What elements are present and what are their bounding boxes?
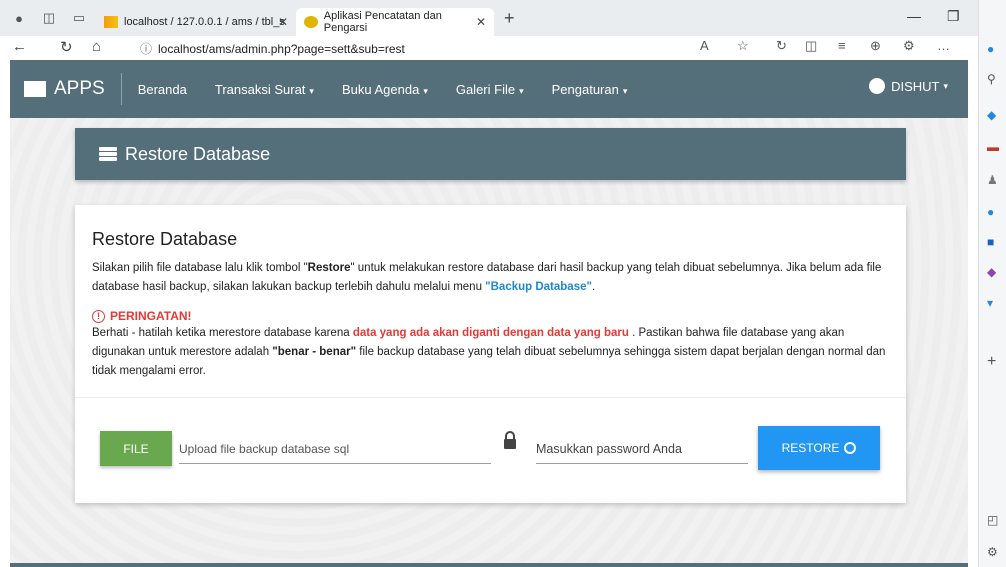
- web-page: APPS Beranda Transaksi Surat ▾ Buku Agend…: [10, 60, 968, 567]
- url-field[interactable]: ⓘ localhost/ams/admin.php?page=sett&sub=r…: [140, 40, 405, 57]
- tools-icon[interactable]: ▬: [987, 140, 999, 154]
- chevron-down-icon: ▾: [943, 80, 948, 91]
- nav-beranda[interactable]: Beranda: [138, 82, 187, 97]
- split-screen-icon[interactable]: ◫: [805, 38, 817, 54]
- close-tab-icon[interactable]: ✕: [476, 15, 486, 29]
- navbar-divider: [120, 73, 122, 105]
- nav-pengaturan[interactable]: Pengaturan ▾: [552, 82, 628, 97]
- chevron-down-icon: ▾: [309, 85, 314, 96]
- password-input[interactable]: Masukkan password Anda: [536, 433, 748, 464]
- home-icon[interactable]: ⌂: [92, 38, 101, 55]
- outlook-icon[interactable]: ■: [987, 235, 994, 249]
- copilot-icon[interactable]: ●: [987, 42, 994, 56]
- file-path-input[interactable]: Upload file backup database sql: [179, 433, 491, 464]
- drop-icon[interactable]: ▾: [987, 296, 993, 310]
- top-navbar: APPS Beranda Transaksi Surat ▾ Buku Agend…: [10, 60, 968, 118]
- database-icon: [99, 147, 117, 161]
- chevron-down-icon: ▾: [519, 85, 524, 96]
- user-menu[interactable]: DISHUT ▾: [869, 78, 948, 94]
- divider: [75, 397, 906, 398]
- add-icon[interactable]: +: [987, 353, 996, 371]
- games-icon[interactable]: ●: [987, 205, 994, 219]
- search-icon[interactable]: ⚲: [987, 72, 996, 86]
- shopping-icon[interactable]: ◆: [987, 108, 996, 122]
- alert-icon: !: [92, 309, 105, 323]
- chevron-down-icon: ▾: [423, 85, 428, 96]
- history-icon: [844, 442, 857, 454]
- url-text: localhost/ams/admin.php?page=sett&sub=re…: [158, 42, 405, 56]
- extensions-icon[interactable]: ⚙: [903, 38, 915, 54]
- profile-icon[interactable]: ●: [8, 7, 30, 29]
- restore-label: RESTORE: [781, 441, 840, 455]
- designer-icon[interactable]: ◆: [987, 265, 996, 279]
- collections-icon[interactable]: ⊕: [870, 38, 881, 54]
- warning-title: ! PERINGATAN!: [92, 309, 192, 323]
- user-avatar-icon: [869, 78, 886, 94]
- more-icon[interactable]: …: [937, 38, 950, 53]
- nav-buku-agenda[interactable]: Buku Agenda ▾: [342, 82, 428, 97]
- workspaces-icon[interactable]: ◫: [38, 7, 60, 29]
- screenshot-icon[interactable]: ◰: [987, 513, 998, 527]
- card-title: Restore Database: [92, 229, 238, 249]
- restore-button[interactable]: RESTORE: [758, 426, 880, 470]
- nav-transaksi-surat[interactable]: Transaksi Surat ▾: [215, 82, 314, 97]
- app-favicon-icon: [304, 16, 318, 28]
- page-header: Restore Database: [75, 128, 906, 180]
- lock-icon: [504, 431, 516, 449]
- restore-card: Restore Database Silakan pilih file data…: [75, 205, 906, 503]
- favorite-icon[interactable]: ☆: [737, 38, 749, 54]
- backup-database-link[interactable]: "Backup Database": [485, 281, 592, 293]
- minimize-icon[interactable]: —: [907, 8, 921, 24]
- phpmyadmin-icon: [104, 16, 118, 28]
- reload-icon[interactable]: ↻: [60, 38, 73, 56]
- tab-title: localhost / 127.0.0.1 / ams / tbl_s: [124, 16, 285, 28]
- brand[interactable]: APPS: [24, 78, 105, 100]
- browser-tab-bar: ● ◫ ▭ localhost / 127.0.0.1 / ams / tbl_…: [0, 0, 1006, 36]
- close-tab-icon[interactable]: ✕: [278, 15, 288, 29]
- page-title: Restore Database: [125, 143, 271, 164]
- browser-tab-phpmyadmin[interactable]: localhost / 127.0.0.1 / ams / tbl_s ✕: [96, 8, 296, 36]
- restore-description: Silakan pilih file database lalu klik to…: [92, 262, 882, 293]
- tab-title: Aplikasi Pencatatan dan Pengarsi: [323, 10, 442, 34]
- chevron-down-icon: ▾: [622, 85, 628, 96]
- favorites-list-icon[interactable]: ≡: [838, 38, 846, 53]
- nav-galeri-file[interactable]: Galeri File ▾: [456, 82, 524, 97]
- refresh-ext-icon[interactable]: ↻: [776, 38, 787, 54]
- brand-text: APPS: [54, 78, 105, 99]
- tab-actions-icon[interactable]: ▭: [68, 7, 90, 29]
- footer-bar: [10, 563, 968, 567]
- edge-sidebar: ● ⚲ ◆ ▬ ♟ ● ■ ◆ ▾ + ◰ ⚙: [978, 0, 1006, 567]
- info-icon[interactable]: ⓘ: [140, 42, 152, 56]
- read-aloud-icon[interactable]: A: [700, 38, 709, 53]
- people-icon[interactable]: ♟: [987, 173, 998, 187]
- restore-window-icon[interactable]: ❐: [947, 8, 960, 25]
- user-name: DISHUT: [891, 78, 940, 94]
- envelope-icon: [24, 81, 46, 97]
- browser-tab-app[interactable]: Aplikasi Pencatatan dan Pengarsi ✕: [296, 8, 494, 36]
- warning-text: Berhati - hatilah ketika merestore datab…: [92, 327, 886, 377]
- settings-icon[interactable]: ⚙: [987, 545, 998, 559]
- back-icon[interactable]: ←: [12, 38, 27, 55]
- file-button[interactable]: FILE: [100, 431, 172, 466]
- new-tab-icon[interactable]: +: [504, 8, 515, 29]
